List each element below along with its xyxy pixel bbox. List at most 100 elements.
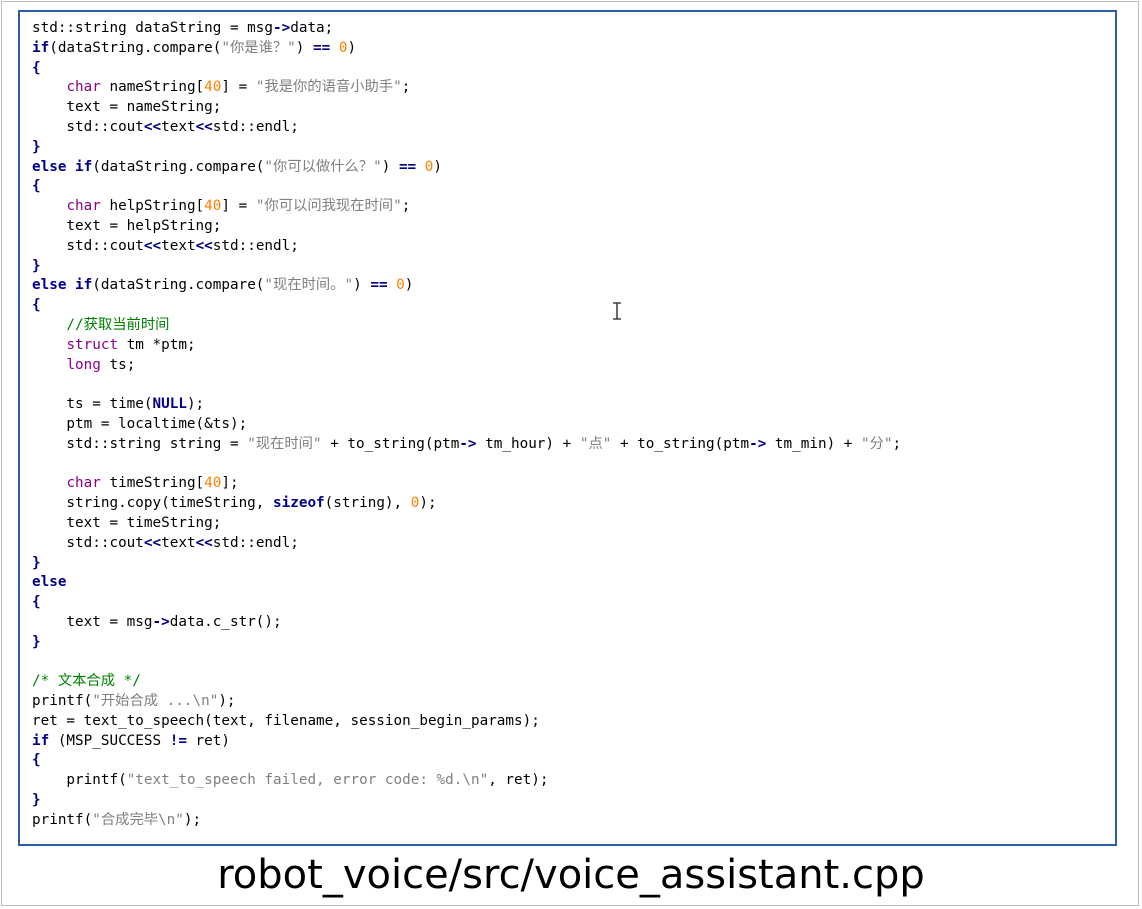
code-line: if(dataString.compare("你是谁？") == 0) bbox=[32, 39, 901, 59]
code-token: else bbox=[32, 574, 67, 591]
code-token: , ret); bbox=[488, 772, 549, 789]
code-token: tm_min) + bbox=[766, 435, 861, 452]
code-token: std::endl; bbox=[212, 237, 299, 254]
code-token: string.copy(timeString, bbox=[32, 495, 274, 512]
code-token: } bbox=[32, 633, 41, 650]
code-token: ) bbox=[433, 158, 442, 175]
code-token: std::string dataString = msg bbox=[32, 20, 274, 36]
code-line: { bbox=[32, 751, 901, 771]
code-token: tm_hour) + bbox=[476, 435, 580, 452]
code-token: "现在时间。" bbox=[264, 277, 354, 294]
code-token: else bbox=[32, 277, 67, 294]
code-token: printf( bbox=[32, 693, 93, 710]
code-line: ret = text_to_speech(text, filename, ses… bbox=[32, 712, 901, 732]
code-token: -> bbox=[749, 435, 767, 452]
code-token: tm *ptm; bbox=[118, 336, 196, 353]
code-line: struct tm *ptm; bbox=[32, 336, 901, 356]
code-token: << bbox=[195, 534, 213, 551]
code-token: text bbox=[161, 237, 196, 254]
code-token: //获取当前时间 bbox=[32, 316, 170, 333]
code-token: } bbox=[32, 138, 41, 155]
code-token: (dataString.compare( bbox=[92, 158, 265, 175]
code-token: 40 bbox=[204, 475, 222, 492]
code-token: + to_string(ptm bbox=[611, 435, 750, 452]
code-token: 40 bbox=[204, 79, 222, 96]
code-token: if bbox=[32, 39, 50, 56]
code-token: { bbox=[32, 594, 41, 611]
code-line: } bbox=[32, 633, 901, 653]
code-line: string.copy(timeString, sizeof(string), … bbox=[32, 494, 901, 514]
code-token: ret = text_to_speech(text, filename, ses… bbox=[32, 712, 540, 729]
code-token: "开始合成 ...\n" bbox=[92, 693, 219, 710]
code-token: nameString[ bbox=[100, 79, 205, 96]
code-token: ); bbox=[186, 396, 205, 413]
code-line: printf("开始合成 ...\n"); bbox=[32, 692, 901, 712]
code-line: } bbox=[32, 791, 901, 811]
code-token: "点" bbox=[579, 435, 612, 452]
code-line: else bbox=[32, 573, 901, 593]
code-token: ] = bbox=[221, 198, 256, 215]
code-line: } bbox=[32, 554, 901, 574]
code-token: "你可以问我现在时间" bbox=[255, 198, 402, 215]
code-line: std::string string = "现在时间" + to_string(… bbox=[32, 435, 901, 455]
code-line: { bbox=[32, 59, 901, 79]
code-token: << bbox=[143, 237, 162, 254]
code-token: helpString[ bbox=[100, 198, 205, 215]
code-token: "我是你的语音小助手" bbox=[255, 79, 402, 96]
code-token: ); bbox=[183, 811, 202, 828]
code-token: std::cout bbox=[32, 118, 144, 135]
code-token: << bbox=[195, 118, 213, 135]
code-token: 40 bbox=[204, 198, 222, 215]
code-token: text bbox=[161, 534, 196, 551]
code-token: -> bbox=[152, 613, 170, 630]
code-token: } bbox=[32, 554, 41, 571]
text-cursor-icon bbox=[613, 302, 621, 320]
code-line: char timeString[40]; bbox=[32, 474, 901, 494]
code-token: ) bbox=[295, 39, 313, 56]
code-line: char helpString[40] = "你可以问我现在时间"; bbox=[32, 197, 901, 217]
code-token: timeString[ bbox=[100, 475, 205, 492]
code-line: printf("合成完毕\n"); bbox=[32, 811, 901, 831]
code-token: ); bbox=[419, 495, 437, 512]
code-token: "text_to_speech failed, error code: %d.\… bbox=[126, 772, 489, 789]
code-token: { bbox=[32, 752, 41, 769]
code-token: } bbox=[32, 792, 41, 809]
code-token: << bbox=[195, 237, 213, 254]
code-token: "合成完毕\n" bbox=[92, 811, 184, 828]
code-token: != bbox=[169, 732, 187, 749]
file-path-caption: robot_voice/src/voice_assistant.cpp bbox=[217, 852, 925, 898]
code-listing[interactable]: std::string dataString = msg->data; if(da… bbox=[32, 19, 901, 831]
code-token: { bbox=[32, 178, 41, 195]
code-line: ts = time(NULL); bbox=[32, 395, 901, 415]
code-token: "分" bbox=[861, 435, 893, 452]
code-line: text = helpString; bbox=[32, 217, 901, 237]
code-token: std::endl; bbox=[212, 534, 299, 551]
code-token: std::string string = bbox=[32, 435, 248, 452]
code-token: ; bbox=[401, 79, 411, 96]
code-line: long ts; bbox=[32, 356, 901, 376]
code-token: (dataString.compare( bbox=[92, 277, 265, 294]
code-token: data.c_str(); bbox=[169, 613, 282, 630]
code-token: == bbox=[370, 277, 388, 294]
code-token: sizeof bbox=[273, 495, 325, 512]
code-token: ts = time( bbox=[32, 396, 153, 413]
code-token: std::cout bbox=[32, 237, 144, 254]
code-line: else if(dataString.compare("现在时间。") == 0… bbox=[32, 276, 901, 296]
code-line: { bbox=[32, 593, 901, 613]
code-line: { bbox=[32, 177, 901, 197]
code-token: == bbox=[313, 39, 331, 56]
code-token: 0 bbox=[396, 277, 405, 294]
code-token: text = helpString; bbox=[32, 217, 222, 234]
code-token: ; bbox=[401, 198, 411, 215]
code-token: } bbox=[32, 257, 41, 274]
code-token: /* 文本合成 */ bbox=[32, 673, 141, 690]
code-line: ptm = localtime(&ts); bbox=[32, 415, 901, 435]
code-line: std::cout<<text<<std::endl; bbox=[32, 237, 901, 257]
code-token: printf( bbox=[32, 772, 127, 789]
